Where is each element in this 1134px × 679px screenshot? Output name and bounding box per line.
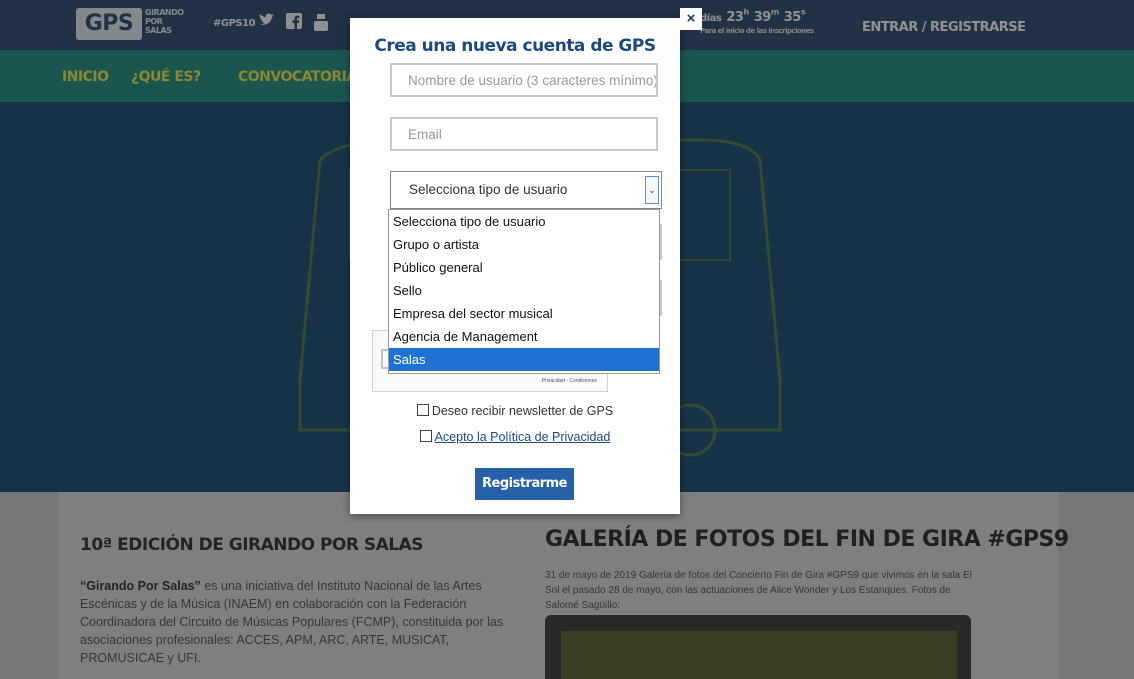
email-input[interactable] <box>390 117 658 151</box>
option-salas[interactable]: Salas <box>389 348 659 371</box>
user-type-select[interactable]: Selecciona tipo de usuario ⌄ <box>390 171 662 209</box>
modal-title: Crea una nueva cuenta de GPS <box>374 36 656 56</box>
user-type-select-value: Selecciona tipo de usuario <box>409 182 568 197</box>
option-agencia-management[interactable]: Agencia de Management <box>389 325 659 348</box>
close-icon[interactable]: × <box>680 8 702 30</box>
username-input[interactable] <box>390 63 658 97</box>
option-sello[interactable]: Sello <box>389 279 659 302</box>
privacy-checkbox[interactable] <box>419 430 432 442</box>
option-grupo-artista[interactable]: Grupo o artista <box>389 233 659 256</box>
privacy-policy-link[interactable]: Acepto la Política de Privacidad <box>435 430 611 444</box>
recaptcha-links[interactable]: Privacidad - Condiciones <box>542 378 597 384</box>
option-publico-general[interactable]: Público general <box>389 256 659 279</box>
newsletter-row[interactable]: Deseo recibir newsletter de GPS <box>350 404 680 418</box>
register-button[interactable]: Registrarme <box>475 468 574 500</box>
option-select-type[interactable]: Selecciona tipo de usuario <box>389 210 659 233</box>
register-modal: Crea una nueva cuenta de GPS reCAPTCHA P… <box>350 18 680 514</box>
option-empresa-sector[interactable]: Empresa del sector musical <box>389 302 659 325</box>
user-type-dropdown: Selecciona tipo de usuario Grupo o artis… <box>388 209 660 374</box>
newsletter-checkbox[interactable] <box>416 404 429 416</box>
newsletter-label[interactable]: Deseo recibir newsletter de GPS <box>432 404 613 418</box>
chevron-down-icon[interactable]: ⌄ <box>645 176 659 204</box>
privacy-row[interactable]: Acepto la Política de Privacidad <box>350 430 680 444</box>
